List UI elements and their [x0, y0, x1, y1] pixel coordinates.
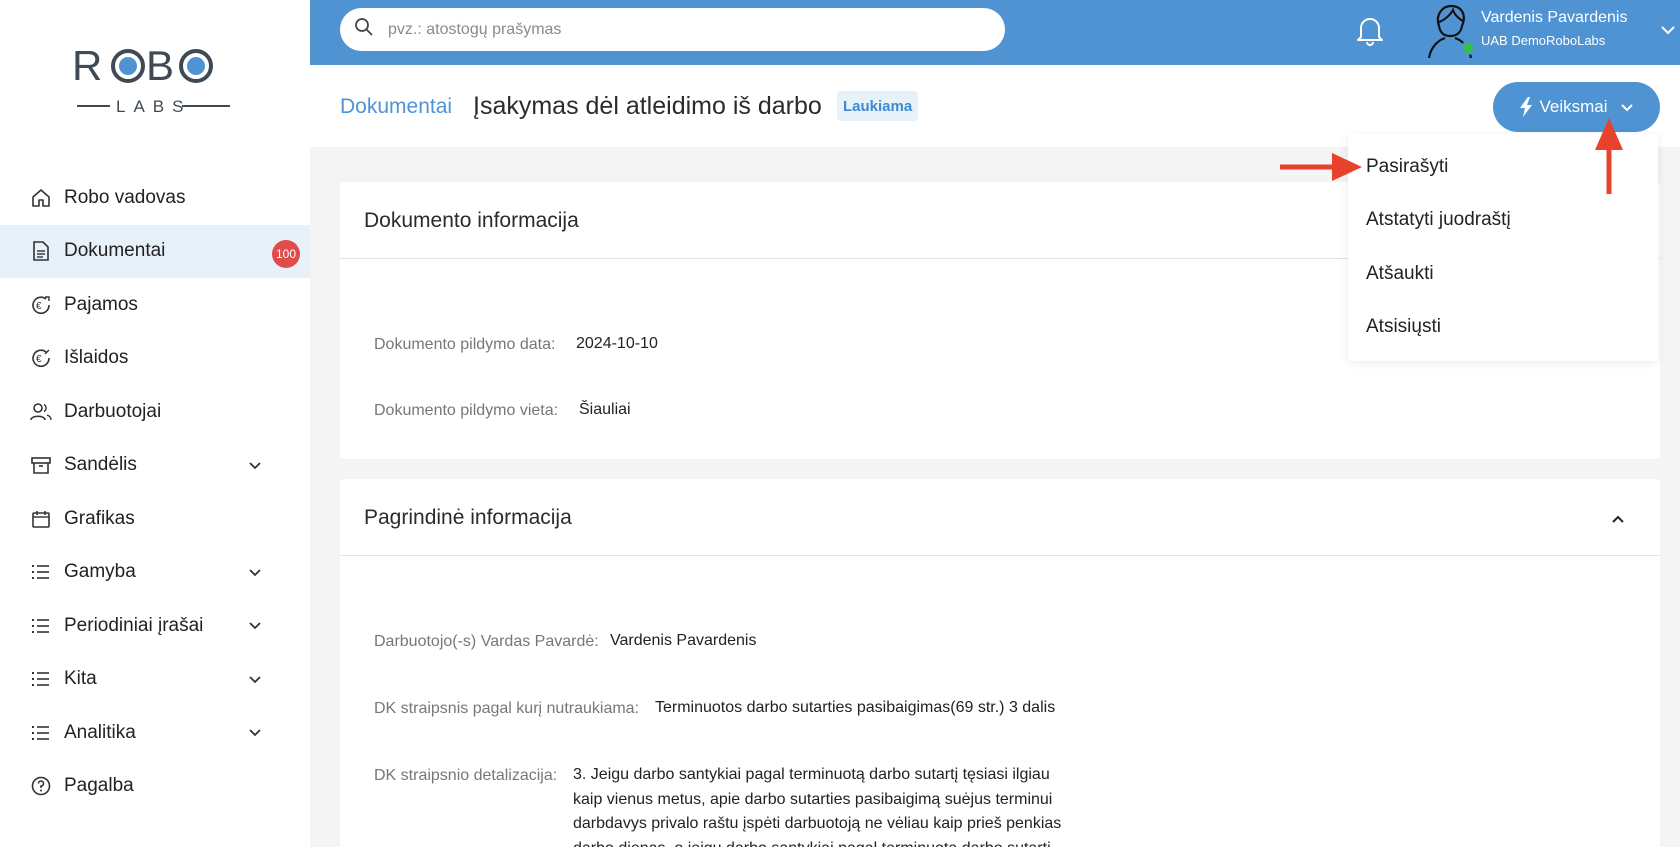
- card-title: Dokumento informacija: [364, 209, 579, 232]
- document-icon: [30, 240, 52, 262]
- sidebar-item-label: Dokumentai: [64, 240, 166, 262]
- home-icon: [30, 187, 52, 209]
- card-title: Pagrindinė informacija: [364, 506, 572, 529]
- online-status-dot: [1461, 41, 1475, 55]
- sidebar-item-label: Išlaidos: [64, 347, 129, 369]
- sidebar-item-label: Pagalba: [64, 775, 134, 797]
- page-title: Įsakymas dėl atleidimo iš darbo: [473, 92, 822, 120]
- sidebar-item-label: Periodiniai įrašai: [64, 614, 204, 636]
- sidebar-item-label: Grafikas: [64, 507, 135, 529]
- sidebar: R B LABS Robo vadovas Dokumentai 100 € P…: [0, 0, 310, 847]
- annotation-arrow-right-icon: [1280, 150, 1362, 189]
- bell-icon[interactable]: [1355, 14, 1385, 46]
- chevron-down-icon[interactable]: [248, 617, 262, 631]
- sidebar-item-pagalba[interactable]: Pagalba: [0, 760, 310, 814]
- chevron-down-icon[interactable]: [248, 457, 262, 471]
- euro-coin-icon: €: [30, 347, 52, 369]
- employee-label: Darbuotojo(-s) Vardas Pavardė:: [374, 633, 599, 650]
- fill-place-value: Šiauliai: [579, 401, 631, 418]
- annotation-arrow-up-icon: [1594, 118, 1624, 199]
- fill-place-label: Dokumento pildymo vieta:: [374, 402, 559, 419]
- svg-text:B: B: [146, 42, 174, 89]
- chevron-down-icon: [1620, 100, 1634, 114]
- breadcrumb[interactable]: Dokumentai: [340, 95, 452, 119]
- menu-item-download[interactable]: Atsisiųsti: [1366, 316, 1441, 338]
- list-icon: [30, 561, 52, 583]
- menu-item-sign[interactable]: Pasirašyti: [1366, 156, 1448, 178]
- search-input[interactable]: [388, 20, 968, 39]
- chevron-down-icon[interactable]: [1660, 22, 1676, 38]
- sidebar-item-grafikas[interactable]: Grafikas: [0, 492, 310, 546]
- sidebar-item-islaidos[interactable]: € Išlaidos: [0, 332, 310, 386]
- user-company: UAB DemoRoboLabs: [1481, 33, 1606, 48]
- sidebar-item-label: Darbuotojai: [64, 400, 162, 422]
- sidebar-item-kita[interactable]: Kita: [0, 653, 310, 707]
- list-icon: [30, 615, 52, 637]
- sidebar-item-periodiniai-irasai[interactable]: Periodiniai įrašai: [0, 599, 310, 653]
- list-icon: [30, 668, 52, 690]
- sidebar-item-analitika[interactable]: Analitika: [0, 706, 310, 760]
- sidebar-item-robo-vadovas[interactable]: Robo vadovas: [0, 171, 310, 225]
- lightning-icon: [1519, 97, 1533, 117]
- user-name[interactable]: Vardenis Pavardenis: [1481, 9, 1627, 27]
- help-circle-icon: [30, 775, 52, 797]
- sidebar-item-label: Pajamos: [64, 293, 138, 315]
- sidebar-item-label: Robo vadovas: [64, 186, 186, 208]
- calendar-icon: [30, 508, 52, 530]
- euro-coin-icon: €: [30, 294, 52, 316]
- sidebar-item-label: Gamyba: [64, 561, 136, 583]
- employee-value: Vardenis Pavardenis: [610, 632, 757, 649]
- search-icon: [354, 17, 374, 42]
- sidebar-item-label: Analitika: [64, 721, 136, 743]
- svg-text:€: €: [36, 301, 42, 312]
- sidebar-item-darbuotojai[interactable]: Darbuotojai: [0, 385, 310, 439]
- sidebar-item-sandelis[interactable]: Sandėlis: [0, 439, 310, 493]
- chevron-down-icon[interactable]: [248, 564, 262, 578]
- chevron-up-icon[interactable]: [1610, 511, 1626, 527]
- card-header[interactable]: Pagrindinė informacija: [340, 479, 1660, 556]
- chevron-down-icon[interactable]: [248, 724, 262, 738]
- detail-line: darbo dienas, o jeigu darbo santykiai pa…: [573, 837, 1061, 847]
- detail-line: 3. Jeigu darbo santykiai pagal terminuot…: [573, 766, 1050, 783]
- article-detail-label: DK straipsnio detalizacija:: [374, 767, 558, 784]
- robolabs-logo[interactable]: R B LABS: [72, 40, 242, 120]
- sidebar-item-gamyba[interactable]: Gamyba: [0, 546, 310, 600]
- sidebar-nav: Robo vadovas Dokumentai 100 € Pajamos € …: [0, 171, 310, 813]
- detail-line: darbdavys privalo raštu įspėti darbuotoj…: [573, 815, 1062, 832]
- sidebar-item-label: Sandėlis: [64, 454, 137, 476]
- status-badge: Laukiama: [837, 91, 919, 121]
- svg-text:R: R: [72, 42, 103, 89]
- svg-text:€: €: [36, 354, 42, 365]
- avatar[interactable]: [1425, 4, 1475, 59]
- actions-button[interactable]: Veiksmai: [1493, 82, 1660, 132]
- menu-item-restore-draft[interactable]: Atstatyti juodraštį: [1366, 209, 1511, 231]
- main-info-card: Pagrindinė informacija Darbuotojo(-s) Va…: [340, 479, 1660, 847]
- fill-date-value: 2024-10-10: [576, 335, 658, 352]
- menu-item-cancel[interactable]: Atšaukti: [1366, 263, 1434, 285]
- svg-text:LABS: LABS: [116, 97, 191, 116]
- article-detail-value: 3. Jeigu darbo santykiai pagal terminuot…: [573, 763, 1061, 847]
- sidebar-item-label: Kita: [64, 668, 97, 690]
- article-value: Terminuotos darbo sutarties pasibaigimas…: [655, 699, 1056, 716]
- sidebar-item-pajamos[interactable]: € Pajamos: [0, 278, 310, 332]
- users-icon: [30, 401, 52, 423]
- chevron-down-icon[interactable]: [248, 671, 262, 685]
- archive-box-icon: [30, 454, 52, 476]
- article-label: DK straipsnis pagal kurį nutraukiama:: [374, 700, 640, 717]
- detail-line: kaip vienus metus, apie darbo sutarties …: [573, 790, 1053, 808]
- fill-date-label: Dokumento pildymo data:: [374, 336, 556, 353]
- actions-button-label: Veiksmai: [1539, 97, 1608, 116]
- sidebar-item-dokumentai[interactable]: Dokumentai 100: [0, 224, 310, 278]
- notification-badge: 100: [272, 239, 300, 268]
- list-icon: [30, 722, 52, 744]
- search-box[interactable]: [340, 8, 1005, 51]
- top-bar: Vardenis Pavardenis UAB DemoRoboLabs: [310, 0, 1680, 65]
